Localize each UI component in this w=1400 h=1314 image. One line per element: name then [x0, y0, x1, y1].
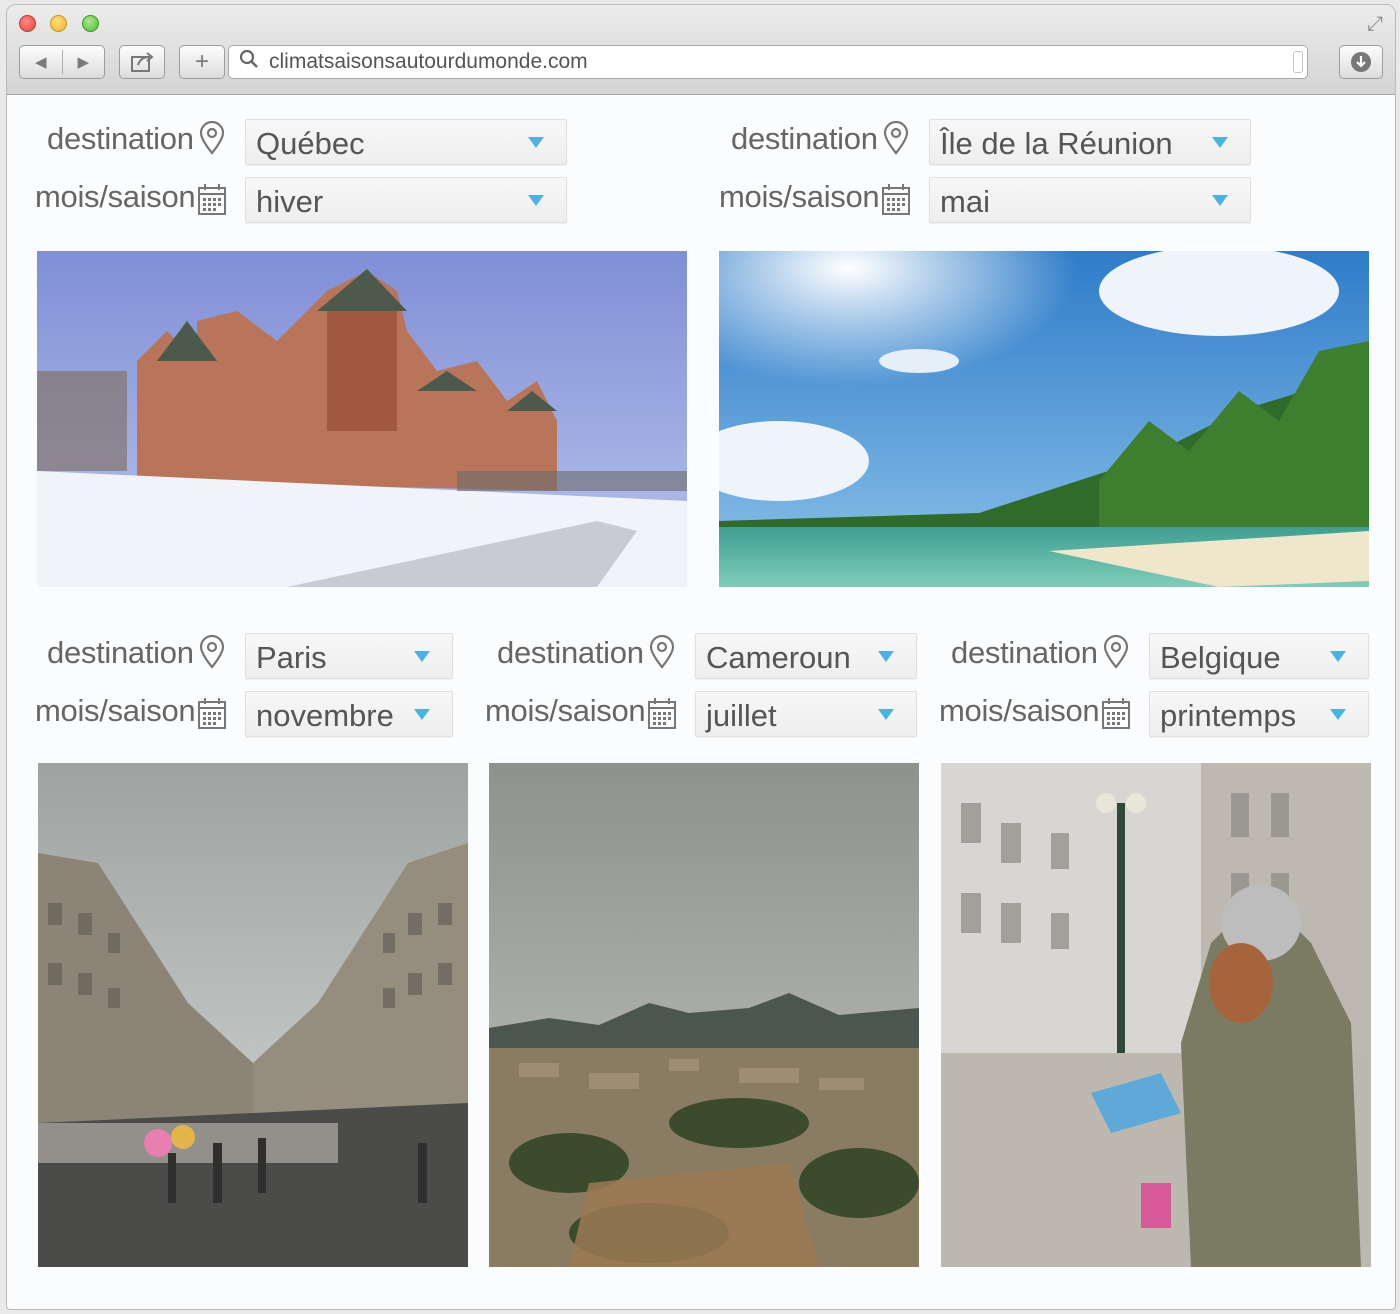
- page-content: destination Québec mois/saison hiver des…: [7, 95, 1395, 1309]
- calendar-icon: [198, 184, 226, 215]
- destination-select-belgique[interactable]: Belgique: [1149, 633, 1369, 679]
- destination-value: Paris: [256, 640, 327, 675]
- fullscreen-icon[interactable]: ⤢: [1367, 13, 1383, 36]
- season-label: mois/saison: [939, 693, 1100, 728]
- download-button[interactable]: [1339, 45, 1383, 79]
- season-select-quebec[interactable]: hiver: [245, 177, 567, 223]
- season-label: mois/saison: [485, 693, 646, 728]
- season-label: mois/saison: [719, 179, 880, 214]
- season-label: mois/saison: [35, 179, 196, 214]
- calendar-icon: [1102, 698, 1130, 729]
- dropdown-caret-icon: [528, 137, 544, 148]
- search-icon: [239, 49, 259, 75]
- season-select-reunion[interactable]: mai: [929, 177, 1251, 223]
- season-select-paris[interactable]: novembre: [245, 691, 453, 737]
- dropdown-caret-icon: [1212, 137, 1228, 148]
- season-value: novembre: [256, 698, 394, 733]
- season-label: mois/saison: [35, 693, 196, 728]
- season-select-cameroun[interactable]: juillet: [695, 691, 917, 737]
- browser-window: ⤢ ◀ ▶ + climatsaisonsautourdumonde.com d…: [6, 4, 1396, 1310]
- address-bar[interactable]: climatsaisonsautourdumonde.com: [228, 45, 1308, 79]
- calendar-icon: [882, 184, 910, 215]
- season-select-belgique[interactable]: printemps: [1149, 691, 1369, 737]
- season-value: mai: [940, 184, 990, 219]
- dropdown-caret-icon: [414, 651, 430, 662]
- back-forward-buttons: ◀ ▶: [19, 45, 105, 79]
- minimize-window-button[interactable]: [50, 15, 67, 32]
- url-text: climatsaisonsautourdumonde.com: [269, 50, 588, 73]
- destination-value: Cameroun: [706, 640, 851, 675]
- dropdown-caret-icon: [528, 195, 544, 206]
- season-value: printemps: [1160, 698, 1297, 733]
- photo-reunion: [719, 251, 1369, 587]
- destination-value: Belgique: [1160, 640, 1281, 675]
- location-pin-icon: [199, 635, 225, 669]
- season-value: juillet: [706, 698, 777, 733]
- photo-quebec: [37, 251, 687, 587]
- browser-toolbar: ⤢ ◀ ▶ + climatsaisonsautourdumonde.com: [7, 5, 1395, 95]
- season-value: hiver: [256, 184, 324, 219]
- destination-label: destination: [731, 121, 878, 156]
- dropdown-caret-icon: [878, 709, 894, 720]
- photo-cameroun: [489, 763, 919, 1267]
- plus-icon: +: [194, 48, 209, 75]
- destination-label: destination: [497, 635, 644, 670]
- dropdown-caret-icon: [414, 709, 430, 720]
- back-arrow-icon[interactable]: ◀: [20, 53, 62, 71]
- destination-select-quebec[interactable]: Québec: [245, 119, 567, 165]
- dropdown-caret-icon: [878, 651, 894, 662]
- location-pin-icon: [1103, 635, 1129, 669]
- location-pin-icon: [199, 121, 225, 155]
- destination-value: Île de la Réunion: [940, 126, 1173, 161]
- destination-label: destination: [47, 635, 194, 670]
- dropdown-caret-icon: [1212, 195, 1228, 206]
- location-pin-icon: [883, 121, 909, 155]
- zoom-window-button[interactable]: [82, 15, 99, 32]
- share-button[interactable]: [119, 45, 165, 79]
- share-icon: [131, 52, 154, 72]
- destination-select-cameroun[interactable]: Cameroun: [695, 633, 917, 679]
- download-icon: [1351, 52, 1371, 72]
- location-pin-icon: [649, 635, 675, 669]
- forward-arrow-icon[interactable]: ▶: [62, 53, 104, 71]
- dropdown-caret-icon: [1330, 651, 1346, 662]
- calendar-icon: [648, 698, 676, 729]
- destination-label: destination: [951, 635, 1098, 670]
- close-window-button[interactable]: [19, 15, 36, 32]
- dropdown-caret-icon: [1330, 709, 1346, 720]
- photo-belgique: [941, 763, 1371, 1267]
- destination-select-paris[interactable]: Paris: [245, 633, 453, 679]
- destination-value: Québec: [256, 126, 365, 161]
- calendar-icon: [198, 698, 226, 729]
- photo-paris: [38, 763, 468, 1267]
- destination-label: destination: [47, 121, 194, 156]
- destination-select-reunion[interactable]: Île de la Réunion: [929, 119, 1251, 165]
- new-tab-button[interactable]: +: [179, 45, 225, 79]
- address-bar-end-cap: [1293, 51, 1303, 73]
